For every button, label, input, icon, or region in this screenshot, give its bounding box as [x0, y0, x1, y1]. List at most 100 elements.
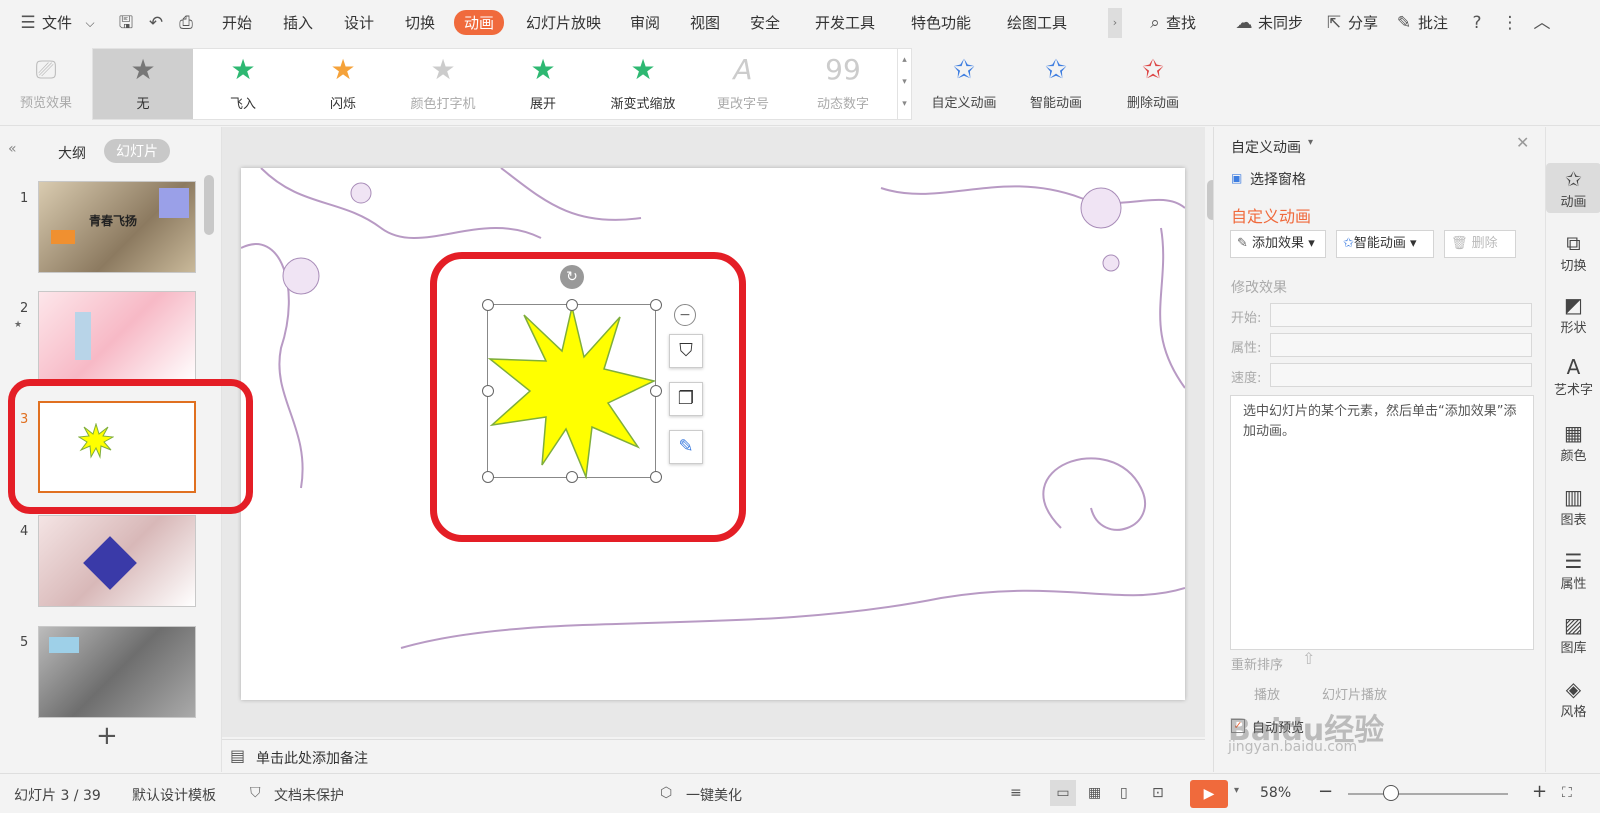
custom-animation-button[interactable]: ✩ 自定义动画 — [923, 46, 1005, 120]
sync-status[interactable]: 未同步 — [1258, 12, 1303, 33]
comment-button[interactable]: 批注 — [1418, 12, 1448, 33]
sidebar-item-color[interactable]: ▦ 颜色 — [1546, 421, 1600, 464]
animation-list[interactable]: 选中幻灯片的某个元素，然后单击“添加效果”添加动画。 — [1230, 395, 1534, 650]
notes-toggle-icon[interactable]: ≡ — [1010, 785, 1022, 801]
slide-3[interactable]: ↻ − ⛉ ❐ ✎ — [241, 168, 1185, 700]
protection-status[interactable]: 文档未保护 — [274, 785, 344, 805]
resize-handle[interactable] — [650, 471, 662, 483]
search-button[interactable]: 查找 — [1166, 12, 1196, 33]
delete-animation-button[interactable]: ✩ 删除动画 — [1112, 46, 1194, 120]
slide-thumbnail-5[interactable] — [38, 626, 196, 718]
template-name[interactable]: 默认设计模板 — [132, 785, 216, 805]
zoom-slider-thumb[interactable] — [1383, 785, 1399, 801]
selection-box[interactable]: ↻ — [482, 265, 662, 483]
tabs-scroll-right-button[interactable]: › — [1108, 8, 1122, 38]
select-pane-link[interactable]: 选择窗格 — [1250, 169, 1306, 189]
sidebar-item-wordart[interactable]: A 艺术字 — [1546, 355, 1600, 398]
zoom-out-icon[interactable]: − — [1318, 781, 1333, 802]
gallery-scroll[interactable]: ▴ ▾ ▾ — [897, 49, 911, 119]
file-menu[interactable]: 文件 — [42, 12, 72, 33]
collapse-panel-icon[interactable]: « — [8, 141, 17, 157]
save-icon[interactable]: 🖫 — [116, 13, 136, 33]
slide-thumbnail-2[interactable] — [38, 291, 196, 383]
sidebar-item-property[interactable]: ☰ 属性 — [1546, 549, 1600, 592]
tab-drawing-tools[interactable]: 绘图工具 — [1007, 12, 1067, 33]
chevron-down-icon[interactable]: ⌵ — [80, 13, 100, 33]
fit-window-icon[interactable]: ⛶ — [1562, 785, 1572, 801]
beautify-button[interactable]: 一键美化 — [686, 785, 742, 805]
speed-select[interactable] — [1270, 363, 1532, 387]
sidebar-item-animation[interactable]: ✩ 动画 — [1546, 163, 1600, 213]
gallery-item-expand[interactable]: ★ 展开 — [493, 49, 593, 119]
gallery-item-flash[interactable]: ★ 闪烁 — [293, 49, 393, 119]
sidebar-item-style[interactable]: ◈ 风格 — [1546, 677, 1600, 720]
share-button[interactable]: 分享 — [1348, 12, 1378, 33]
tab-outline[interactable]: 大纲 — [58, 143, 86, 163]
preview-effect-button[interactable]: ⎚ 预览效果 — [8, 46, 84, 120]
collapse-ribbon-icon[interactable]: ︿ — [1532, 13, 1552, 33]
outline-style-icon[interactable]: ❐ — [669, 382, 703, 416]
tab-view[interactable]: 视图 — [690, 12, 720, 33]
slides-scrollbar[interactable] — [204, 175, 214, 235]
reading-view-icon[interactable]: ▯ — [1120, 785, 1128, 801]
tab-special[interactable]: 特色功能 — [911, 12, 971, 33]
add-effect-button[interactable]: ✎ 添加效果 ▾ — [1230, 230, 1326, 258]
gallery-item-dynamic-number[interactable]: 99 动态数字 — [793, 49, 893, 119]
property-select[interactable] — [1270, 333, 1532, 357]
normal-view-icon[interactable]: ▭ — [1050, 780, 1076, 806]
sidebar-item-chart[interactable]: ▥ 图表 — [1546, 485, 1600, 528]
gallery-item-color-typewriter[interactable]: ★ 颜色打字机 — [393, 49, 493, 119]
undo-icon[interactable]: ↶ — [146, 13, 166, 33]
gallery-item-fly-in[interactable]: ★ 飞入 — [193, 49, 293, 119]
resize-handle[interactable] — [650, 385, 662, 397]
rotate-handle-icon[interactable]: ↻ — [560, 265, 584, 289]
delete-button[interactable]: 🗑 删除 — [1444, 230, 1516, 258]
tab-insert[interactable]: 插入 — [283, 12, 313, 33]
sidebar-item-gallery[interactable]: ▨ 图库 — [1546, 613, 1600, 656]
hamburger-icon[interactable]: ☰ — [18, 13, 38, 33]
pane-title[interactable]: 自定义动画 — [1231, 137, 1301, 157]
start-select[interactable] — [1270, 303, 1532, 327]
play-button[interactable]: 播放 — [1254, 684, 1280, 703]
format-painter-icon[interactable]: ✎ — [669, 430, 703, 464]
tab-transition[interactable]: 切换 — [405, 12, 435, 33]
resize-handle[interactable] — [650, 299, 662, 311]
gallery-item-fade-zoom[interactable]: ★ 渐变式缩放 — [593, 49, 693, 119]
slide-thumbnail-3[interactable] — [38, 401, 196, 493]
play-slideshow-button[interactable]: ▶ — [1190, 780, 1228, 808]
tab-developer[interactable]: 开发工具 — [815, 12, 875, 33]
tab-slides[interactable]: 幻灯片 — [104, 139, 170, 163]
tab-security[interactable]: 安全 — [750, 12, 780, 33]
tab-start[interactable]: 开始 — [222, 12, 252, 33]
tab-animation[interactable]: 动画 — [454, 10, 505, 35]
zoom-in-icon[interactable]: + — [1532, 781, 1547, 802]
collapse-float-toolbar-icon[interactable]: − — [674, 304, 696, 326]
slide-thumbnail-1[interactable]: 青春飞扬 — [38, 181, 196, 273]
chevron-down-icon[interactable]: ▾ — [1234, 785, 1239, 796]
tab-slideshow[interactable]: 幻灯片放映 — [526, 12, 601, 33]
tab-review[interactable]: 审阅 — [630, 12, 660, 33]
fill-color-icon[interactable]: ⛉ — [669, 334, 703, 368]
starburst-shape[interactable] — [488, 305, 657, 479]
resize-handle[interactable] — [482, 385, 494, 397]
notes-placeholder[interactable]: 单击此处添加备注 — [256, 748, 368, 768]
zoom-slider[interactable] — [1348, 793, 1508, 795]
more-icon[interactable]: ⋮ — [1500, 13, 1520, 33]
tab-design[interactable]: 设计 — [344, 12, 374, 33]
resize-handle[interactable] — [482, 471, 494, 483]
sidebar-item-shape[interactable]: ◩ 形状 — [1546, 293, 1600, 336]
gallery-item-none[interactable]: ★ 无 — [93, 49, 193, 119]
search-icon[interactable]: ⌕ — [1145, 13, 1165, 33]
presenter-view-icon[interactable]: ⊡ — [1152, 785, 1164, 801]
resize-handle[interactable] — [566, 471, 578, 483]
sorter-view-icon[interactable]: ▦ — [1088, 785, 1101, 801]
zoom-level[interactable]: 58% — [1260, 785, 1291, 801]
resize-handle[interactable] — [566, 299, 578, 311]
sidebar-item-transition[interactable]: ⧉ 切换 — [1546, 231, 1600, 274]
notes-bar[interactable]: ▤ 单击此处添加备注 — [222, 739, 1205, 773]
chevron-down-icon[interactable]: ▾ — [1308, 137, 1313, 148]
close-icon[interactable]: ✕ — [1516, 133, 1529, 152]
smart-animation-button[interactable]: ✩ 智能动画 — [1015, 46, 1097, 120]
gallery-item-change-font-size[interactable]: A 更改字号 — [693, 49, 793, 119]
slideshow-button[interactable]: 幻灯片播放 — [1322, 684, 1387, 703]
